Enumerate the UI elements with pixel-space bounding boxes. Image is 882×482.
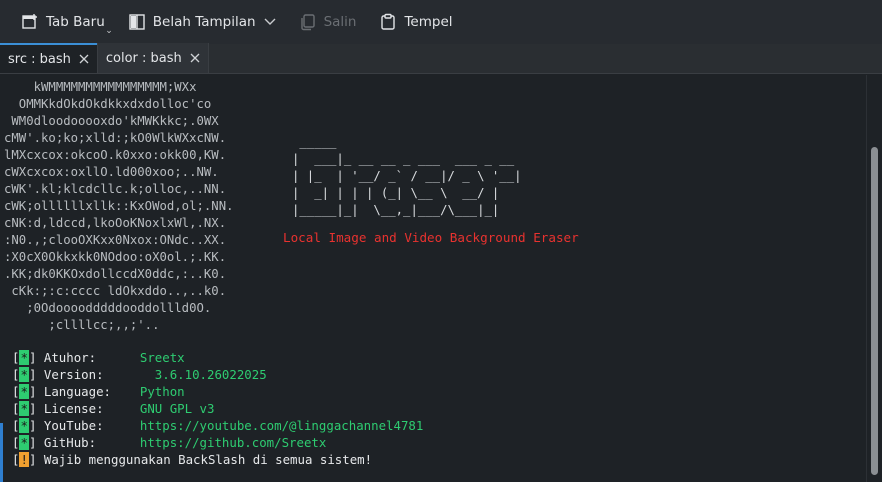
info-list: [*] Atuhor: Sreetx[*] Version: 3.6.10.260… [12,349,423,468]
logo-line: cWK;ollllllxllk::KxOWod,ol;.NN. [4,199,234,213]
scrollbar-thumb[interactable] [871,147,878,475]
logo-line: ;cllllcc;,,;'.. [4,318,160,332]
logo-line: lMXcxcox:okcoO.k0xxo:okk00,KW. [4,148,227,162]
banner-line: | |_ | '__/ _` / __|/ _ \ '__| [292,169,522,183]
logo-line: :X0cX0Okkxkk0NOdoo:oX0ol.;.KK. [4,250,227,264]
split-view-icon [127,12,147,32]
logo-line: cWXcxcox:oxllO.ld000xoo;..NW. [4,165,219,179]
close-icon[interactable] [190,53,200,63]
banner-line: _____ [292,135,337,149]
info-row: [*] Version: 3.6.10.26022025 [12,366,423,383]
info-key: YouTube: [43,418,104,433]
info-key: License: [43,401,104,416]
info-value: Sreetx [139,350,185,365]
bracket-open: [ [12,401,20,416]
split-view-label: Belah Tampilan [152,14,256,30]
status-mark: * [19,418,29,433]
logo-line: cMW'.ko;ko;xlld:;kO0WlkWXxcNW. [4,131,227,145]
bracket-close: ] [28,452,44,467]
banner-line: | _| | | | (_| \__ \ __/ | [292,186,500,200]
info-key: Language: [43,384,111,399]
status-mark: * [19,350,29,365]
logo-line: ;0Odoooodddddooddollld0O. [4,301,212,315]
bracket-open: [ [12,435,20,450]
paste-icon [378,12,398,32]
terminal-output[interactable]: kWMMMMMMMMMMMMMMMM;WXx OMMKkdOkdOkdkkxdx… [0,75,866,482]
chevron-down-icon [264,18,276,26]
bracket-close: ] [28,367,44,382]
copy-icon [298,12,318,32]
chevron-down-icon: ⌄ [105,26,113,36]
bracket-open: [ [12,350,20,365]
tagline: Local Image and Video Background Eraser [283,230,579,245]
banner-line: | ___|_ __ __ _ ___ ___ _ __ [292,152,515,166]
scrollbar[interactable] [866,75,882,482]
warning-mark: ! [19,452,29,467]
logo-line: WM0dloodooooxdo'kMWKkkc;.0WX [4,114,219,128]
bracket-open: [ [12,367,20,382]
paste-button[interactable]: Tempel [372,6,458,38]
info-row: [*] GitHub: https://github.com/Sreetx [12,434,423,451]
status-mark: * [19,367,29,382]
logo-line: cWK'.kl;klcdcllc.k;olloc,..NN. [4,182,227,196]
info-value: 3.6.10.26022025 [139,367,267,382]
copy-label: Salin [323,14,357,30]
close-icon[interactable] [79,54,89,64]
banner-line: |_____|_| \__,_|___/\___|_| [292,203,500,217]
bracket-close: ] [28,384,44,399]
bracket-open: [ [12,452,20,467]
bracket-close: ] [28,401,44,416]
copy-button[interactable]: Salin [292,6,363,38]
info-row: [*] Atuhor: Sreetx [12,349,423,366]
ascii-banner: _____ | ___|_ __ __ _ ___ ___ _ __ | |_ … [292,134,522,219]
new-tab-icon [20,12,40,32]
status-mark: * [19,384,29,399]
info-value: https://youtube.com/@linggachannel4781 [139,418,424,433]
logo-line: cKk:;:c:cccc ldOkxddo..,..k0. [4,284,227,298]
split-view-button[interactable]: Belah Tampilan [121,6,282,38]
info-row: [*] YouTube: https://youtube.com/@linggac… [12,417,423,434]
warning-text: Wajib menggunakan BackSlash di semua sis… [43,452,373,467]
bracket-close: ] [28,418,44,433]
info-value: GNU GPL v3 [139,401,215,416]
bracket-open: [ [12,384,20,399]
paste-label: Tempel [404,14,453,30]
warning-row: [!] Wajib menggunakan BackSlash di semua… [12,451,423,468]
tab-color-bash[interactable]: color : bash [96,43,209,73]
tab-bar: src : bash color : bash [0,43,882,74]
logo-line: kWMMMMMMMMMMMMMMMM;WXx [4,80,197,94]
logo-line: cNK:d,ldccd,lkoOoKNoxlxWl,.NX. [4,216,227,230]
info-key: Version: [43,367,104,382]
info-key: Atuhor: [43,350,97,365]
info-row: [*] License: GNU GPL v3 [12,400,423,417]
info-value: Python [139,384,185,399]
status-mark: * [19,435,29,450]
logo-line: :N0.,;clooOXKxx0Nxox:ONdc..XX. [4,233,227,247]
logo-line: OMMKkdOkdOkdkkxdxdolloc'co [4,97,212,111]
new-tab-button[interactable]: Tab Baru ⌄ [14,6,113,38]
tab-label: color : bash [105,50,182,66]
bracket-open: [ [12,418,20,433]
bracket-close: ] [28,435,44,450]
tab-label: src : bash [8,51,71,67]
bracket-close: ] [28,350,44,365]
info-key: GitHub: [43,435,97,450]
info-value: https://github.com/Sreetx [139,435,327,450]
new-tab-label: Tab Baru [46,14,105,30]
tab-src-bash[interactable]: src : bash [0,43,97,73]
status-mark: * [19,401,29,416]
toolbar: Tab Baru ⌄ Belah Tampilan Salin Tempel [0,0,882,44]
logo-line: .KK;dk0KKOxdollccdX0ddc,:..K0. [4,267,227,281]
info-row: [*] Language: Python [12,383,423,400]
output-marker [0,423,3,482]
ascii-logo: kWMMMMMMMMMMMMMMMM;WXx OMMKkdOkdOkdkkxdx… [4,79,234,334]
